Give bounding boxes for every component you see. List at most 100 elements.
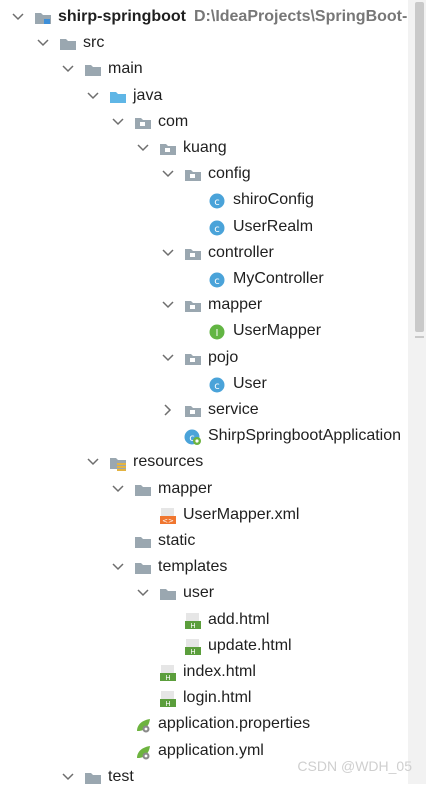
resources-folder-icon <box>109 454 127 472</box>
tree-node-label: UserMapper <box>233 322 322 340</box>
chevron-down-icon[interactable] <box>135 135 151 161</box>
chevron-right-icon[interactable] <box>160 397 176 423</box>
tree-node[interactable]: Hupdate.html <box>0 633 408 659</box>
tree-node[interactable]: kuang <box>0 135 408 161</box>
tree-node[interactable]: static <box>0 528 408 554</box>
chevron-down-icon[interactable] <box>160 292 176 318</box>
chevron-down-icon[interactable] <box>10 4 26 30</box>
tree-node-label: main <box>108 60 143 78</box>
svg-text:c: c <box>214 197 220 208</box>
tree-node[interactable]: src <box>0 30 408 56</box>
vertical-scrollbar[interactable] <box>408 0 426 784</box>
tree-node[interactable]: c MyController <box>0 266 408 292</box>
class-icon: c <box>209 219 227 236</box>
chevron-down-icon[interactable] <box>85 449 101 475</box>
class-icon: c <box>209 192 227 209</box>
chevron-down-icon[interactable] <box>60 56 76 82</box>
svg-text:H: H <box>165 674 170 681</box>
tree-node-label: service <box>208 401 259 418</box>
chevron-down-icon[interactable] <box>85 83 101 109</box>
svg-text:I: I <box>216 328 219 339</box>
tree-node-label: login.html <box>183 689 252 707</box>
tree-node[interactable]: main <box>0 56 408 82</box>
scrollbar-thumb-mark <box>415 336 424 338</box>
package-icon <box>159 140 177 156</box>
tree-node[interactable]: service <box>0 397 408 423</box>
chevron-down-icon[interactable] <box>110 476 126 502</box>
chevron-down-icon[interactable] <box>135 580 151 606</box>
tree-node-label: test <box>108 767 134 785</box>
tree-node-label: UserRealm <box>233 217 314 235</box>
tree-node-label: add.html <box>208 610 270 628</box>
package-icon <box>134 114 152 130</box>
tree-node-label: controller <box>208 243 274 261</box>
chevron-down-icon[interactable] <box>160 345 176 371</box>
tree-node-label: user <box>183 584 215 602</box>
interface-icon: I <box>209 323 227 340</box>
svg-text:H: H <box>165 700 170 707</box>
svg-text:c: c <box>214 381 220 392</box>
tree-node[interactable]: java <box>0 83 408 109</box>
tree-node[interactable]: Hindex.html <box>0 659 408 685</box>
chevron-down-icon[interactable] <box>110 554 126 580</box>
tree-node[interactable]: c ShirpSpringbootApplication <box>0 423 408 449</box>
tree-node-label: MyController <box>233 270 324 287</box>
tree-node-label: kuang <box>183 139 227 156</box>
tree-node[interactable]: templates <box>0 554 408 580</box>
tree-node[interactable]: c UserRealm <box>0 214 408 240</box>
watermark: CSDN @WDH_05 <box>297 758 412 774</box>
package-icon <box>184 166 202 182</box>
svg-text:H: H <box>190 622 195 629</box>
chevron-down-icon[interactable] <box>160 161 176 187</box>
spring-boot-class-icon: c <box>184 428 202 446</box>
tree-node[interactable]: config <box>0 161 408 187</box>
tree-node-label: mapper <box>208 296 263 314</box>
tree-node[interactable]: application.properties <box>0 711 408 737</box>
spring-config-file-icon <box>134 716 152 733</box>
tree-node-label: application.yml <box>158 741 264 759</box>
tree-node-label: pojo <box>208 348 239 366</box>
tree-node[interactable]: mapper <box>0 292 408 318</box>
tree-node-label: resources <box>133 453 204 471</box>
svg-text:H: H <box>190 648 195 655</box>
svg-text:c: c <box>214 224 220 235</box>
html-file-icon: H <box>184 638 202 656</box>
html-file-icon: H <box>159 664 177 682</box>
chevron-down-icon[interactable] <box>35 30 51 56</box>
tree-node[interactable]: com <box>0 109 408 135</box>
tree-node[interactable]: pojo <box>0 345 408 371</box>
scrollbar-thumb[interactable] <box>415 2 424 332</box>
tree-node[interactable]: Hlogin.html <box>0 685 408 711</box>
class-icon: c <box>209 376 227 393</box>
tree-node-label: application.properties <box>158 715 311 733</box>
tree-node-label: User <box>233 374 267 392</box>
tree-node[interactable]: Hadd.html <box>0 607 408 633</box>
folder-icon <box>134 481 152 497</box>
tree-node[interactable]: I UserMapper <box>0 318 408 344</box>
tree-node-label: templates <box>158 558 228 576</box>
svg-text:c: c <box>214 276 220 287</box>
chevron-down-icon[interactable] <box>60 764 76 790</box>
tree-node[interactable]: mapper <box>0 476 408 502</box>
tree-node-label: com <box>158 112 189 130</box>
chevron-down-icon[interactable] <box>110 109 126 135</box>
project-path: D:\IdeaProjects\SpringBoot-cou <box>193 8 426 25</box>
folder-icon <box>134 559 152 575</box>
chevron-down-icon[interactable] <box>160 240 176 266</box>
tree-node-label: src <box>83 34 105 52</box>
svg-text:<>: <> <box>162 517 174 524</box>
module-folder-icon <box>34 9 52 25</box>
tree-node[interactable]: c User <box>0 371 408 397</box>
tree-node-label: mapper <box>158 479 213 497</box>
spring-config-file-icon <box>134 743 152 760</box>
tree-node[interactable]: c shiroConfig <box>0 187 408 213</box>
tree-node[interactable]: controller <box>0 240 408 266</box>
tree-node[interactable]: <> UserMapper.xml <box>0 502 408 528</box>
tree-node[interactable]: user <box>0 580 408 606</box>
tree-node-label: ShirpSpringbootApplication <box>208 427 402 445</box>
tree-node[interactable]: resources <box>0 449 408 475</box>
folder-icon <box>59 35 77 51</box>
source-folder-icon <box>109 88 127 104</box>
tree-node[interactable]: shirp-springboot D:\IdeaProjects\SpringBo… <box>0 4 426 30</box>
package-icon <box>184 402 202 418</box>
